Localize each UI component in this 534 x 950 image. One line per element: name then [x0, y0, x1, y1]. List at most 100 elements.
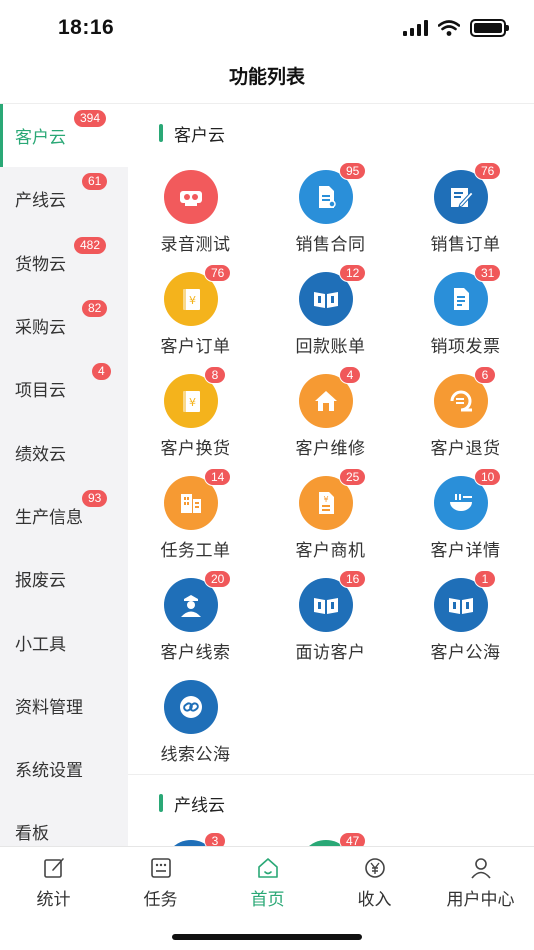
sidebar-item-label: 采购云	[15, 318, 66, 338]
count-badge: 6	[474, 366, 496, 384]
sidebar-item-scrap-cloud[interactable]: 报废云	[0, 547, 128, 610]
battery-icon	[470, 19, 509, 37]
grid-item-customer-pool[interactable]: 1 客户公海	[398, 570, 533, 678]
item-label: 销项发票	[430, 337, 501, 356]
count-badge: 93	[82, 489, 108, 507]
tab-label: 收入	[357, 890, 392, 909]
sidebar-item-goods-cloud[interactable]: 货物云 482	[0, 231, 128, 294]
tab-label: 首页	[250, 890, 285, 909]
sidebar-item-purchase-cloud[interactable]: 采购云 82	[0, 294, 128, 357]
count-badge: 61	[82, 173, 108, 191]
tab-label: 任务	[143, 890, 178, 909]
grid-item-customer-opportunity[interactable]: ¥ 25 客户商机	[263, 468, 398, 576]
home-icon	[258, 858, 278, 878]
section-accent-bar	[159, 124, 163, 142]
item-label: 客户维修	[295, 439, 366, 458]
sidebar-item-dashboard[interactable]: 看板	[0, 800, 128, 846]
count-badge: 16	[339, 570, 367, 588]
count-badge: 76	[474, 162, 502, 180]
tab-label: 统计	[36, 890, 71, 909]
grid-item-payment-bill[interactable]: 12 回款账单	[263, 264, 398, 372]
grid-item-customer-repair[interactable]: 4 客户维修	[263, 366, 398, 474]
item-label: 回款账单	[295, 337, 366, 356]
count-badge: 12	[339, 264, 367, 282]
count-badge: 4	[339, 366, 361, 384]
user-icon	[471, 858, 491, 879]
tab-home[interactable]: 首页	[214, 847, 321, 911]
tab-user-center[interactable]: 用户中心	[427, 847, 534, 911]
sidebar-item-label: 资料管理	[15, 697, 83, 717]
sidebar-item-label: 货物云	[15, 254, 66, 274]
count-badge: 76	[204, 264, 232, 282]
sidebar-item-customer-cloud[interactable]: 客户云 394	[0, 104, 128, 168]
grid-item-customer-lead[interactable]: 20 客户线索	[128, 570, 263, 678]
svg-text:¥: ¥	[323, 495, 328, 504]
count-badge: 1	[474, 570, 496, 588]
wifi-icon	[438, 20, 460, 36]
item-label: 客户退货	[430, 439, 501, 458]
count-badge: 3	[204, 832, 226, 846]
sidebar-item-label: 客户云	[15, 128, 66, 148]
count-badge: 82	[82, 299, 108, 317]
section-title: 客户云	[174, 125, 225, 145]
count-badge: 10	[474, 468, 502, 486]
home-indicator[interactable]	[172, 934, 362, 940]
sidebar-item-label: 绩效云	[15, 444, 66, 464]
item-label: 任务工单	[160, 541, 231, 560]
tab-label: 用户中心	[446, 890, 515, 909]
item-label: 客户公海	[430, 643, 501, 662]
section-divider	[128, 774, 534, 775]
sidebar-item-performance-cloud[interactable]: 绩效云	[0, 420, 128, 483]
sidebar-item-production-info[interactable]: 生产信息 93	[0, 484, 128, 547]
count-badge: 47	[339, 832, 367, 846]
grid-item-customer-detail[interactable]: 10 客户详情	[398, 468, 533, 576]
status-bar: 18:16	[0, 0, 534, 56]
sidebar-item-production-line-cloud[interactable]: 产线云 61	[0, 167, 128, 230]
sidebar-item-document-management[interactable]: 资料管理	[0, 674, 128, 737]
item-label: 客户订单	[160, 337, 231, 356]
count-badge: 14	[204, 468, 232, 486]
grid-item-recording-test[interactable]: 录音测试	[128, 170, 263, 270]
item-label: 客户详情	[430, 541, 501, 560]
grid-item-visit-customer[interactable]: 16 面访客户	[263, 570, 398, 678]
grid-item-sales-order[interactable]: 76 销售订单	[398, 162, 533, 270]
svg-text:¥: ¥	[189, 396, 196, 409]
grid-item-output-invoice[interactable]: 31 销项发票	[398, 264, 533, 372]
grid-item-customer-order[interactable]: ¥ 76 客户订单	[128, 264, 263, 372]
category-sidebar[interactable]: 客户云 394 产线云 61 货物云 482 采购云 82 项目云 4 绩效云 …	[0, 104, 128, 846]
tab-statistics[interactable]: 统计	[0, 847, 107, 911]
link-icon	[164, 680, 218, 734]
sidebar-item-label: 看板	[15, 824, 49, 844]
sidebar-item-label: 生产信息	[15, 507, 83, 527]
status-icons	[403, 19, 509, 37]
recorder-icon	[164, 170, 218, 224]
sidebar-item-label: 产线云	[15, 191, 66, 211]
sidebar-item-project-cloud[interactable]: 项目云 4	[0, 357, 128, 420]
item-label: 录音测试	[160, 235, 231, 254]
edit-square-icon	[44, 858, 64, 878]
grid-item-task-work-order[interactable]: 14 任务工单	[128, 468, 263, 576]
grid-item-lead-pool[interactable]: 线索公海	[128, 680, 263, 780]
grid-item-sales-contract[interactable]: 95 销售合同	[263, 162, 398, 270]
item-label: 销售合同	[295, 235, 366, 254]
count-badge: 4	[92, 363, 111, 381]
sidebar-item-label: 小工具	[15, 634, 66, 654]
item-label: 客户换货	[160, 439, 231, 458]
sidebar-item-label: 系统设置	[15, 761, 83, 781]
sidebar-item-tools[interactable]: 小工具	[0, 610, 128, 673]
sidebar-item-label: 报废云	[15, 571, 66, 591]
cellular-signal-icon	[403, 20, 428, 36]
item-label: 销售订单	[430, 235, 501, 254]
section-title: 产线云	[174, 795, 225, 815]
function-grid-panel[interactable]: 客户云 录音测试 95 销售合同 76 销售订单 ¥ 76 客户订单 12 回款…	[128, 104, 534, 846]
svg-text:¥: ¥	[189, 294, 196, 307]
grid-item-customer-return[interactable]: 6 客户退货	[398, 366, 533, 474]
sidebar-item-system-settings[interactable]: 系统设置	[0, 737, 128, 800]
count-badge: 25	[339, 468, 367, 486]
tab-income[interactable]: 收入	[321, 847, 428, 911]
item-label: 客户线索	[160, 643, 231, 662]
grid-item-customer-exchange[interactable]: ¥ 8 客户换货	[128, 366, 263, 474]
status-time: 18:16	[58, 16, 115, 39]
tab-tasks[interactable]: 任务	[107, 847, 214, 911]
count-badge: 95	[339, 162, 367, 180]
